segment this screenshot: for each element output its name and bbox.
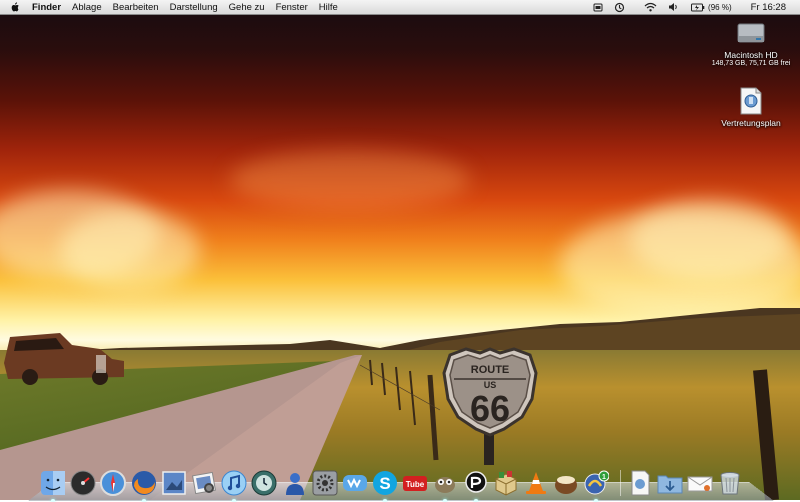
user-icon — [282, 470, 308, 496]
menu-finder[interactable]: Finder — [32, 2, 61, 13]
system-preferences-icon — [312, 470, 338, 496]
route-66-sign: ROUTE US 66 — [438, 345, 542, 465]
package-icon — [493, 470, 519, 496]
menu-fenster[interactable]: Fenster — [276, 2, 308, 13]
time-machine-icon[interactable] — [614, 2, 625, 13]
menu-bearbeiten[interactable]: Bearbeiten — [113, 2, 159, 13]
safari-icon — [100, 470, 126, 496]
iphoto-icon — [191, 470, 217, 496]
archive-stack-icon — [627, 470, 653, 496]
itunes-icon — [221, 470, 247, 496]
vlc-icon — [523, 470, 549, 496]
dock-stack-mail[interactable] — [687, 470, 713, 496]
messenger-icon — [342, 470, 368, 496]
menu-darstellung[interactable]: Darstellung — [170, 2, 218, 13]
firefox-icon — [131, 470, 157, 496]
dock-item-package[interactable] — [493, 470, 519, 496]
menu-bar: Finder Ablage Bearbeiten Darstellung Geh… — [0, 0, 800, 15]
dock-item-vlc[interactable] — [523, 470, 549, 496]
dock-item-pidgin[interactable] — [463, 470, 489, 496]
old-car — [0, 325, 130, 385]
finder-icon — [40, 470, 66, 496]
dock-separator[interactable] — [620, 470, 621, 496]
skype-icon: S — [372, 470, 398, 496]
menu-gehe-zu[interactable]: Gehe zu — [229, 2, 265, 13]
dock-item-coconut[interactable] — [553, 470, 579, 496]
menu-hilfe[interactable]: Hilfe — [319, 2, 338, 13]
youtube-icon: Tube — [402, 470, 428, 496]
dock-stack-archive[interactable] — [627, 470, 653, 496]
youtube-label: Tube — [406, 480, 425, 489]
desktop-item-info: 148,73 GB, 75,71 GB frei — [712, 60, 791, 67]
dock-item-safari[interactable] — [100, 470, 126, 496]
dock-item-youtube[interactable]: Tube — [402, 470, 428, 496]
svg-text:S: S — [379, 474, 390, 493]
coconut-icon — [553, 470, 579, 496]
downloads-folder-icon — [657, 470, 683, 496]
sign-number-text: 66 — [470, 388, 510, 429]
badge-count: 1 — [602, 474, 606, 481]
dock-item-firefox[interactable] — [131, 470, 157, 496]
dock-item-badge-app[interactable]: 1 — [583, 470, 609, 496]
dock-stack-downloads[interactable] — [657, 470, 683, 496]
badge-app-icon: 1 — [583, 470, 609, 496]
dock-item-itunes[interactable] — [221, 470, 247, 496]
dock-item-gimp[interactable] — [432, 470, 458, 496]
archive-file-icon — [739, 86, 763, 116]
preview-icon — [161, 470, 187, 496]
time-machine-icon — [251, 470, 277, 496]
battery-icon[interactable] — [593, 3, 603, 12]
trash-icon — [717, 470, 743, 496]
pidgin-icon — [463, 470, 489, 496]
wifi-icon[interactable] — [644, 2, 657, 12]
dashboard-icon — [70, 470, 96, 496]
desktop-item-label: Macintosh HD — [724, 50, 777, 60]
menu-extras: (96 %) Fr 16:28 — [582, 0, 786, 14]
apple-icon[interactable] — [10, 2, 20, 13]
desktop-wallpaper: ROUTE US 66 — [0, 0, 800, 500]
menu-ablage[interactable]: Ablage — [72, 2, 102, 13]
dock-item-system-preferences[interactable] — [312, 470, 338, 496]
gimp-icon — [432, 470, 458, 496]
dock-item-iphoto[interactable] — [191, 470, 217, 496]
mail-stack-icon — [687, 470, 713, 496]
battery-charging-icon[interactable]: (96 %) — [691, 3, 732, 12]
hard-disk-icon — [736, 20, 766, 48]
volume-icon[interactable] — [668, 2, 679, 12]
menu-clock[interactable]: Fr 16:28 — [751, 2, 786, 13]
dock-item-skype[interactable]: S — [372, 470, 398, 496]
dock-item-trash[interactable] — [717, 470, 743, 496]
battery-percentage: (96 %) — [708, 3, 732, 12]
dock-item-finder[interactable] — [40, 470, 66, 496]
dock-item-time-machine[interactable] — [251, 470, 277, 496]
desktop-item-label: Vertretungsplan — [721, 118, 781, 128]
desktop-item-macintosh-hd[interactable]: Macintosh HD 148,73 GB, 75,71 GB frei — [706, 20, 796, 67]
sign-route-text: ROUTE — [471, 364, 510, 376]
dock-item-preview[interactable] — [161, 470, 187, 496]
desktop-item-vertretungsplan[interactable]: Vertretungsplan — [706, 86, 796, 128]
dock-item-dashboard[interactable] — [70, 470, 96, 496]
dock-item-user[interactable] — [282, 470, 308, 496]
dock: S Tube 1 — [40, 460, 770, 496]
dock-item-messenger[interactable] — [342, 470, 368, 496]
